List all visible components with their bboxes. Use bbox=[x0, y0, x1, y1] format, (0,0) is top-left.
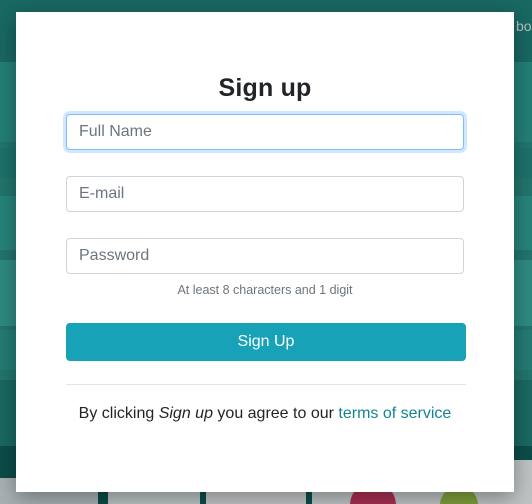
password-input[interactable] bbox=[66, 238, 464, 274]
divider bbox=[66, 384, 466, 385]
password-hint: At least 8 characters and 1 digit bbox=[177, 283, 353, 297]
modal-title: Sign up bbox=[218, 74, 312, 102]
full-name-input[interactable] bbox=[66, 114, 464, 150]
terms-middle: you agree to our bbox=[212, 405, 339, 422]
sign-up-button[interactable]: Sign Up bbox=[66, 323, 466, 361]
email-input[interactable] bbox=[66, 176, 464, 212]
terms-of-service-link[interactable]: terms of service bbox=[338, 405, 451, 422]
terms-prefix: By clicking bbox=[78, 405, 159, 422]
terms-text: By clicking Sign up you agree to our ter… bbox=[16, 405, 514, 423]
signup-modal: Sign up At least 8 characters and 1 digi… bbox=[16, 12, 514, 492]
terms-emphasis: Sign up bbox=[158, 405, 213, 422]
